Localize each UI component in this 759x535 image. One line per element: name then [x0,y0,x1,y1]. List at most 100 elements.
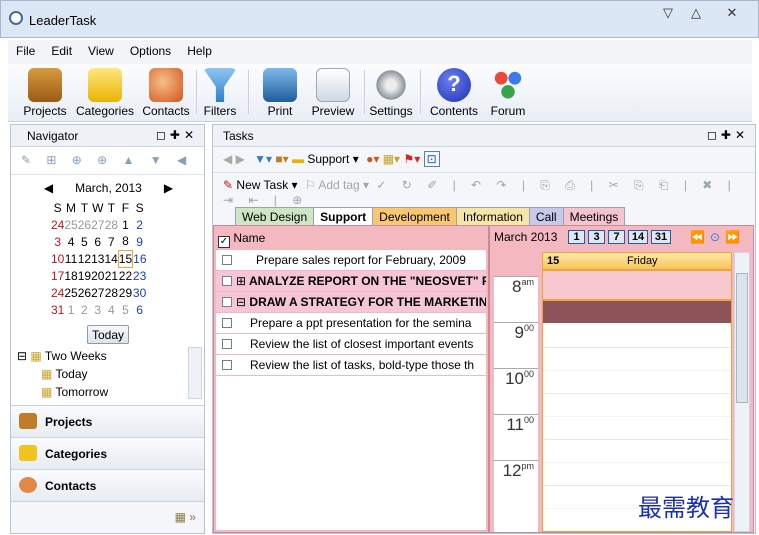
task-checkbox[interactable] [222,255,232,265]
task-checkbox[interactable] [222,318,232,328]
flag-filter-icon[interactable]: ⚑▾ [403,152,420,166]
day-cell[interactable]: 27 [91,216,104,233]
day-cell[interactable]: 29 [118,284,132,301]
menu-options[interactable]: Options [122,40,179,58]
date-filter-icon[interactable]: ▦▾ [383,152,400,166]
day-cell[interactable]: 11 [64,250,77,267]
day-cell[interactable]: 13 [91,250,104,267]
day-cell[interactable]: 23 [133,267,147,284]
day-cell[interactable]: 24 [51,216,64,233]
tab-development[interactable]: Development [372,207,457,225]
settings-button[interactable]: Settings [368,68,414,118]
project-filter-icon[interactable]: ■▾ [275,152,288,166]
day-cell[interactable]: 1 [64,301,77,318]
pane-controls[interactable]: ◻✚✕ [707,128,749,142]
day-cell[interactable]: 10 [51,250,64,267]
day-cell[interactable]: 9 [133,233,147,250]
task-row[interactable]: Prepare sales report for February, 2009 [216,250,486,270]
tree-item-two-weeks[interactable]: ⊟ ▦ Two Weeks [17,347,108,365]
forum-button[interactable]: Forum [486,68,530,118]
collapse-icon[interactable]: ⊟ [17,349,27,363]
day-cell[interactable]: 17 [51,267,64,284]
categories-button[interactable]: Categories [74,68,136,118]
view-31-day-button[interactable]: 31 [651,230,671,244]
day-cell[interactable]: 20 [91,267,104,284]
day-cell[interactable]: 14 [104,250,118,267]
contacts-section-button[interactable]: Contacts [11,469,204,501]
today-button[interactable]: Today [87,325,129,344]
minimize-icon[interactable]: ▽ [657,5,679,21]
task-row[interactable]: Prepare a ppt presentation for the semin… [216,313,486,333]
day-cell[interactable]: 4 [64,233,77,250]
busy-block[interactable] [543,301,731,323]
collapse-icon[interactable]: ⊟ [236,295,246,309]
task-checkbox[interactable] [222,360,232,370]
day-cell[interactable]: 25 [64,284,77,301]
task-row[interactable]: Review the list of tasks, bold-type thos… [216,355,486,375]
day-cell[interactable]: 19 [78,267,91,284]
support-filter[interactable]: ▬ Support ▾ [292,152,359,166]
day-cell[interactable]: 28 [104,284,118,301]
dayview-nav-icons[interactable]: ⏪⊙⏩ [690,230,745,244]
dayview-scrollbar[interactable] [734,252,750,532]
day-cell[interactable]: 30 [133,284,147,301]
day-cell[interactable]: 5 [78,233,91,250]
day-cell[interactable]: 18 [64,267,77,284]
day-cell[interactable]: 21 [104,267,118,284]
task-checkbox[interactable] [222,276,232,286]
scroll-thumb[interactable] [736,273,748,403]
day-cell[interactable]: 22 [118,267,132,284]
view-3-day-button[interactable]: 3 [588,230,605,244]
day-cell[interactable]: 27 [91,284,104,301]
calendar-small-icon[interactable]: ▦ [175,510,186,524]
day-cell[interactable]: 3 [91,301,104,318]
tab-call[interactable]: Call [528,207,564,225]
tab-support[interactable]: Support [313,207,374,225]
next-month-icon[interactable]: ▶ [164,181,173,195]
view-1-day-button[interactable]: 1 [568,230,585,244]
tree-scrollbar[interactable] [188,347,202,399]
menu-file[interactable]: File [8,40,43,58]
task-group-row[interactable]: ⊟ DRAW A STRATEGY FOR THE MARKETING [216,292,486,312]
day-cell[interactable]: 2 [133,216,147,233]
day-cell[interactable]: 7 [104,233,118,250]
day-cell[interactable]: 24 [51,284,64,301]
categories-section-button[interactable]: Categories [11,437,204,469]
day-cell[interactable]: 26 [78,284,91,301]
close-icon[interactable]: ✕ [721,5,743,21]
view-14-day-button[interactable]: 14 [628,230,648,244]
menu-help[interactable]: Help [179,40,220,58]
task-checkbox[interactable] [222,339,232,349]
tab-meetings[interactable]: Meetings [562,207,626,225]
filter-apply-icon[interactable]: ⊡ [423,151,440,167]
day-cell[interactable]: 5 [118,301,132,318]
task-group-row[interactable]: ⊞ ANALYZE REPORT ON THE "NEOSVET" PR [216,271,486,291]
day-cell[interactable]: 4 [104,301,118,318]
task-checkbox[interactable] [222,297,232,307]
day-cell[interactable]: 3 [51,233,64,250]
day-cell[interactable]: 12 [78,250,91,267]
print-button[interactable]: Print [258,68,302,118]
select-all-checkbox[interactable]: ✓ [218,236,230,248]
day-cell[interactable]: 25 [64,216,77,233]
day-cell-selected[interactable]: 15 [117,249,134,268]
day-cell[interactable]: 1 [118,216,132,233]
prev-month-icon[interactable]: ◀ [44,181,53,195]
expand-chevron-icon[interactable]: » [189,510,196,524]
menu-view[interactable]: View [80,40,122,58]
pane-controls[interactable]: ◻✚✕ [156,128,198,142]
contact-filter-icon[interactable]: ●▾ [366,152,379,166]
maximize-icon[interactable]: △ [685,5,707,21]
all-day-area[interactable] [542,270,732,300]
task-row[interactable]: Review the list of closest important eve… [216,334,486,354]
filters-button[interactable]: Filters [200,68,240,118]
projects-button[interactable]: Projects [22,68,68,118]
tab-web-design[interactable]: Web Design [235,207,315,225]
edit-tools-icons[interactable]: ✓ ↻ ✐ | ↶ ↷ | ⎘ ⎙ | ✂ ⎘ ⎗ | ✖ | ⇥ ⇤ | ⊕ [223,178,737,207]
preview-button[interactable]: Preview [310,68,356,118]
day-cell[interactable]: 6 [91,233,104,250]
day-cell[interactable]: 16 [133,250,146,267]
projects-section-button[interactable]: Projects [11,405,204,437]
tab-information[interactable]: Information [455,207,530,225]
filter-icon[interactable]: ▼▾ [254,152,272,166]
